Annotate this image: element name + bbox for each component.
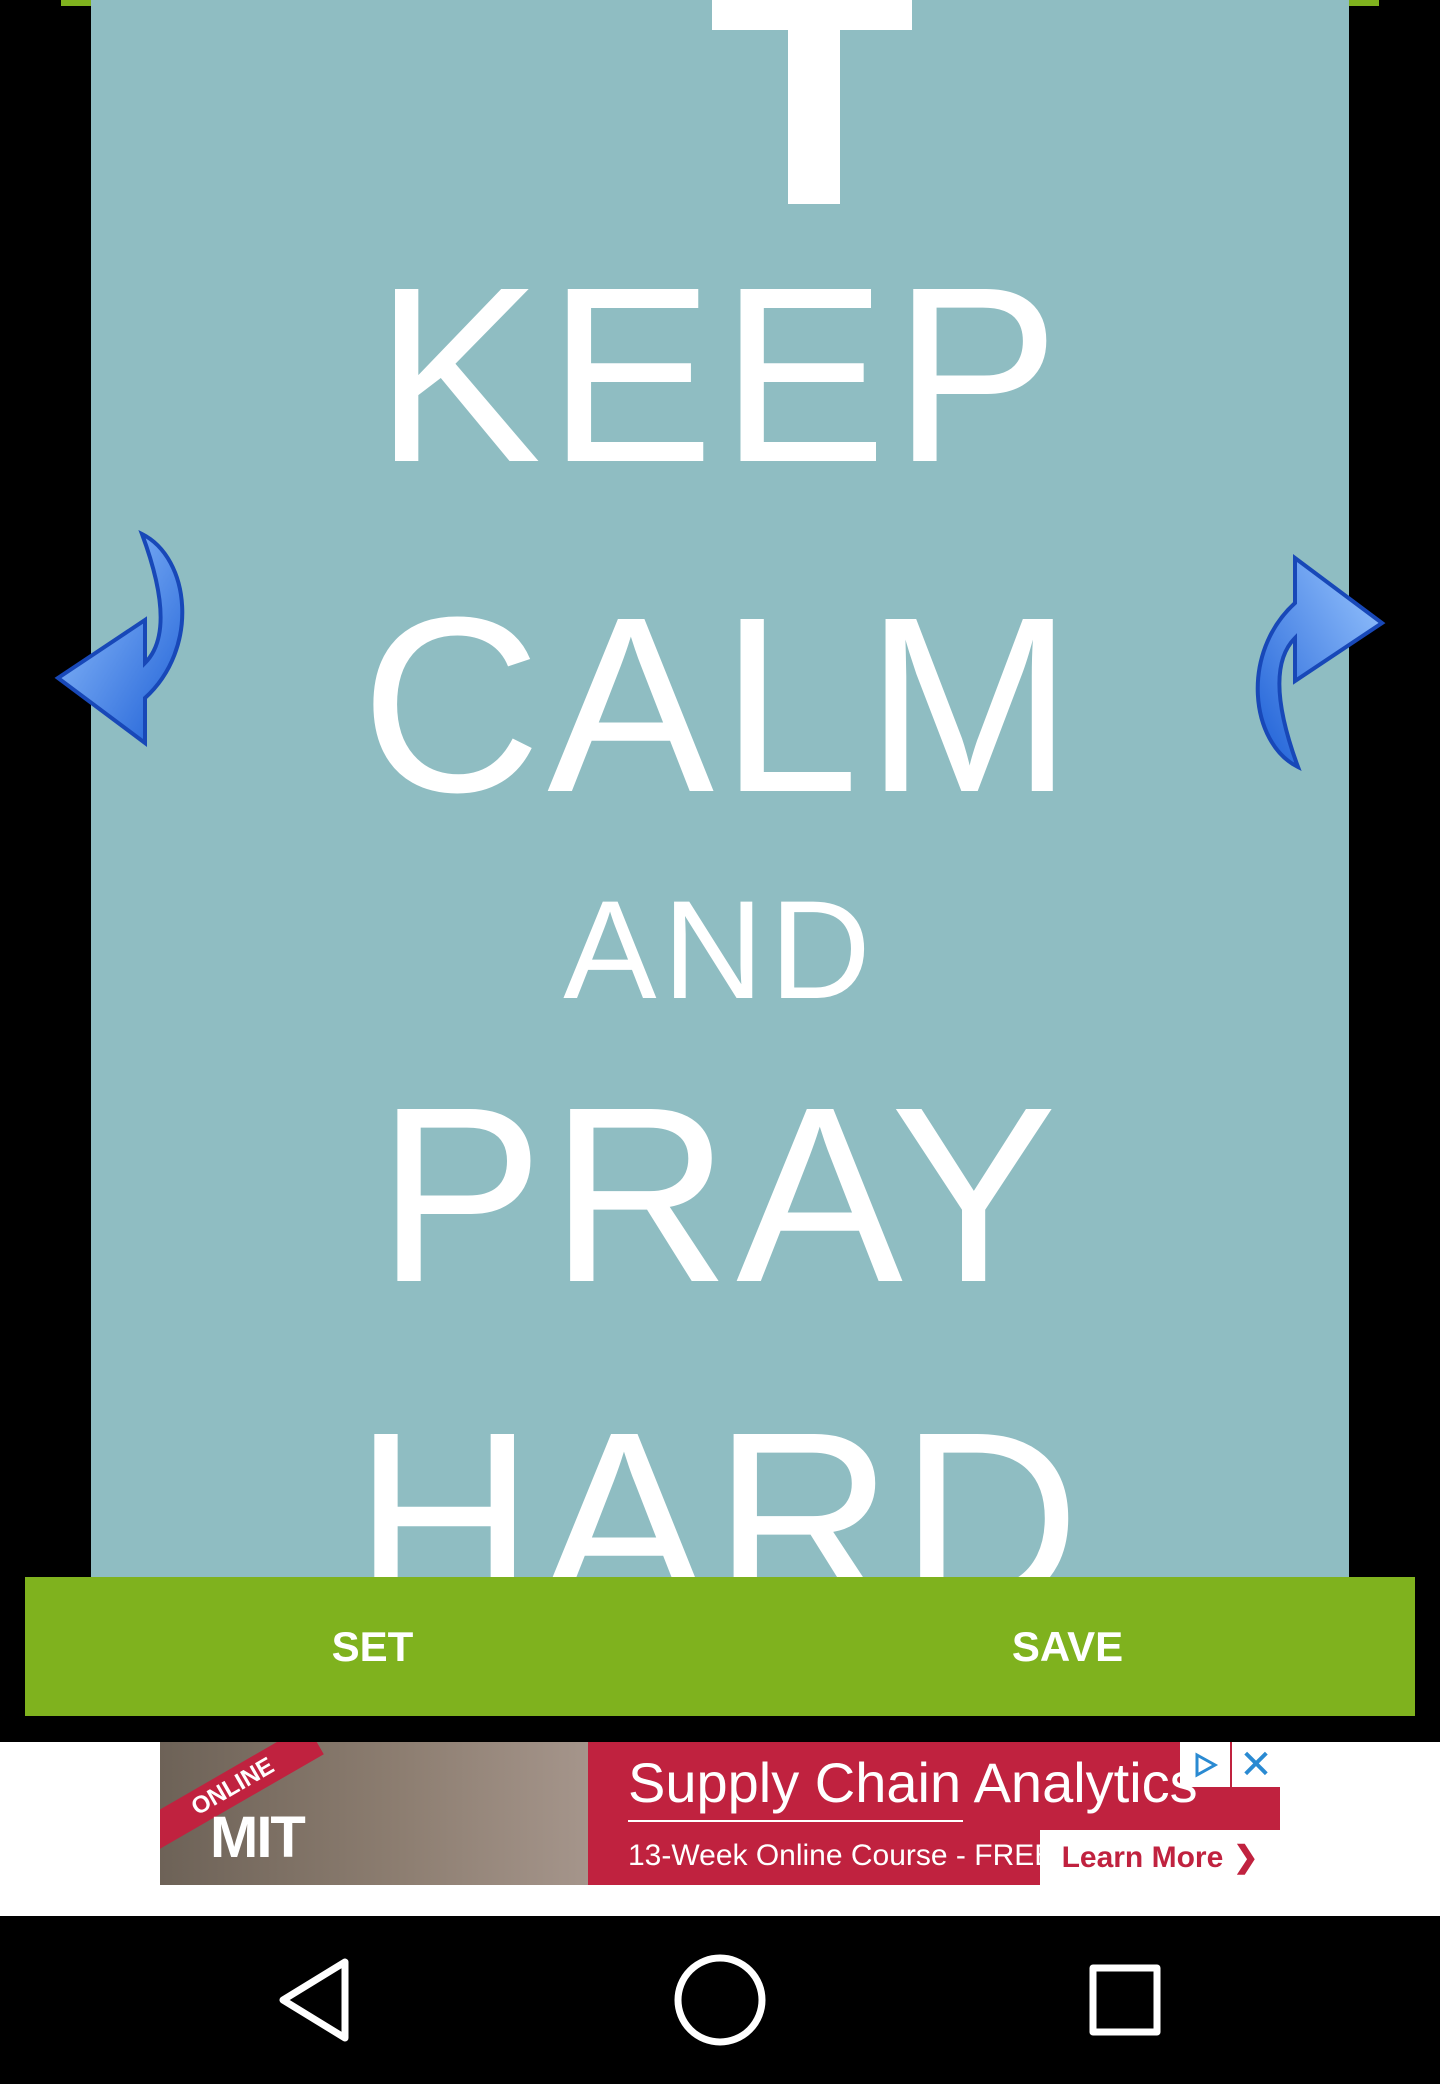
- ad-title: Supply Chain Analytics: [628, 1751, 1198, 1814]
- ad-banner[interactable]: ONLINE MIT Supply Chain Analytics 13-Wee…: [160, 1742, 1280, 1885]
- save-wallpaper-button[interactable]: SAVE: [720, 1577, 1415, 1716]
- poster-line-keep: KEEP: [374, 235, 1066, 514]
- next-wallpaper-button[interactable]: [1250, 528, 1390, 773]
- system-navigation-bar: [0, 1916, 1440, 2084]
- previous-wallpaper-button[interactable]: [50, 528, 190, 773]
- poster-line-hard: HARD: [353, 1380, 1087, 1579]
- ad-divider: [628, 1820, 963, 1822]
- ad-logo: MIT: [210, 1805, 306, 1870]
- ad-banner-container: ONLINE MIT Supply Chain Analytics 13-Wee…: [0, 1742, 1440, 1916]
- curved-arrow-left-icon: [54, 529, 185, 747]
- curved-arrow-right-icon: [1255, 554, 1386, 772]
- poster-line-calm: CALM: [360, 565, 1080, 844]
- chevron-right-icon: ❯: [1233, 1841, 1259, 1874]
- back-button[interactable]: [265, 1950, 365, 2050]
- poster-line-pray: PRAY: [376, 1055, 1064, 1334]
- poster-line-and: AND: [563, 871, 877, 1028]
- action-bar: SET SAVE: [25, 1577, 1415, 1716]
- play-triangle-icon: [1195, 1751, 1219, 1778]
- ad-close-button[interactable]: ✕: [1232, 1742, 1280, 1787]
- close-icon: ✕: [1239, 1742, 1273, 1787]
- square-recents-icon: [1089, 1964, 1161, 2036]
- set-wallpaper-button[interactable]: SET: [25, 1577, 720, 1716]
- home-button[interactable]: [670, 1950, 770, 2050]
- ad-subtitle: 13-Week Online Course - FREE: [628, 1839, 1055, 1872]
- recents-button[interactable]: [1075, 1950, 1175, 2050]
- wallpaper-preview: KEEP CALM AND PRAY HARD: [91, 0, 1349, 1578]
- cross-icon-bar: [712, 0, 912, 30]
- cross-icon: [788, 0, 840, 204]
- circle-home-icon: [674, 1954, 766, 2046]
- ad-learn-more-label: Learn More: [1061, 1840, 1224, 1874]
- triangle-back-icon: [279, 1958, 349, 2042]
- ad-learn-more-button[interactable]: Learn More ❯: [1040, 1830, 1280, 1885]
- adchoices-button[interactable]: [1180, 1742, 1230, 1787]
